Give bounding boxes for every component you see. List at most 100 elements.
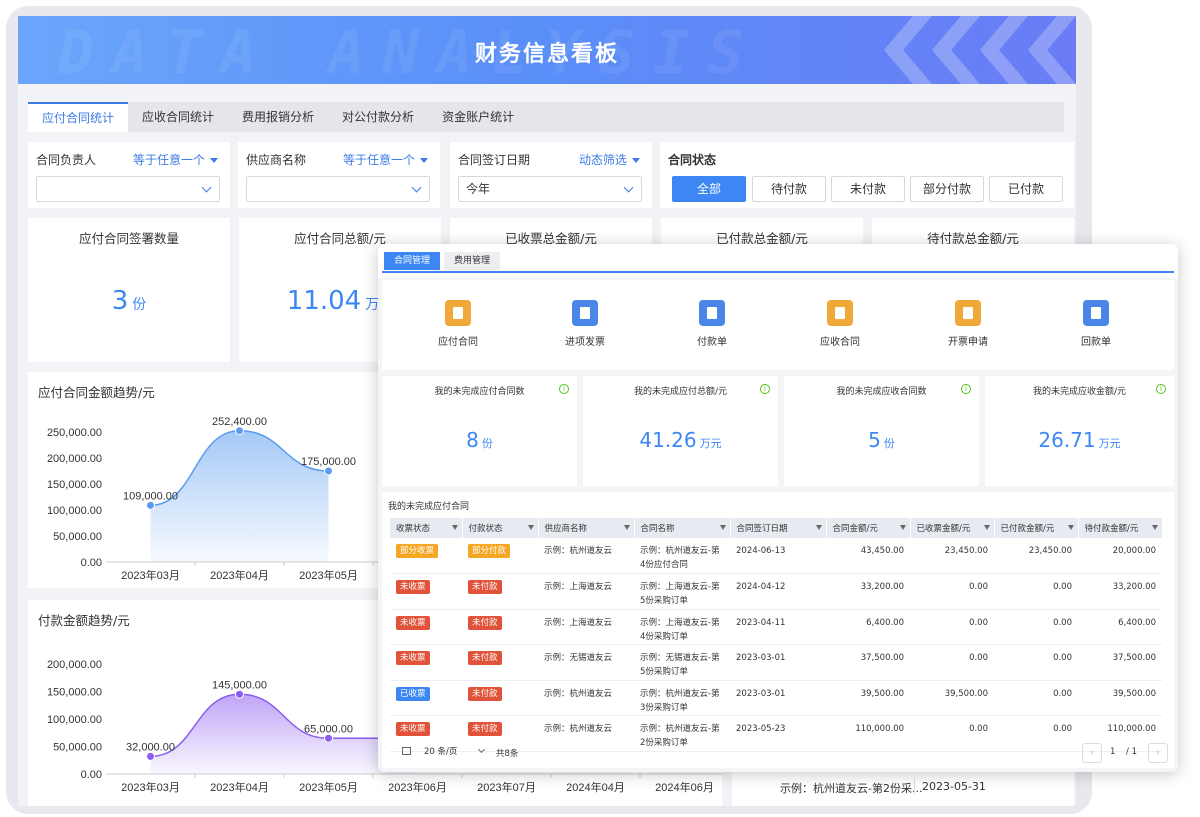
- panel-kpi-label: 我的未完成应收合同数: [836, 387, 927, 397]
- bottom-row-date: 2023-05-31: [922, 780, 986, 793]
- panel-kpi-label: 我的未完成应付总额/元: [633, 387, 728, 397]
- page-title: 财务信息看板: [474, 42, 619, 67]
- chevron-down-icon: [411, 182, 422, 193]
- y-tick-label: 150,000.00: [47, 687, 102, 699]
- prev-page-button[interactable]: ‹: [1082, 743, 1102, 763]
- filter-operator[interactable]: 动态筛选: [579, 151, 640, 168]
- info-icon[interactable]: i: [961, 384, 971, 394]
- col-invoiced[interactable]: 已收票金额/元: [910, 518, 995, 538]
- invoice-status-cell: 部分收票: [390, 538, 462, 574]
- data-point[interactable]: [324, 733, 333, 743]
- col-due[interactable]: 待付款金额/元: [1078, 518, 1163, 538]
- data-label: 145,000.00: [212, 679, 267, 691]
- filter-operator[interactable]: 等于任意一个: [133, 151, 218, 168]
- invoiced-cell: 0.00: [910, 644, 994, 681]
- x-tick-label: 2024年04月: [566, 780, 625, 794]
- invoice-status-cell: 未收票: [390, 644, 462, 681]
- tab-payable[interactable]: 应付合同统计: [28, 102, 129, 132]
- current-page[interactable]: 1: [1110, 747, 1115, 757]
- quick-label: 开票申请: [948, 337, 988, 348]
- data-point[interactable]: [235, 689, 244, 699]
- invoiced-cell: 23,450.00: [910, 538, 994, 574]
- quick-input-invoice[interactable]: 进项发票: [545, 300, 625, 348]
- supplier-cell: 示例：无锡道友云: [538, 644, 634, 681]
- header-banner: DATA ANALYSIS 财务信息看板: [18, 16, 1076, 84]
- col-paid[interactable]: 已付款金额/元: [994, 518, 1079, 538]
- amount-cell: 6,400.00: [826, 609, 910, 645]
- tab-fund-account[interactable]: 资金账户统计: [428, 102, 528, 132]
- tab-receivable[interactable]: 应收合同统计: [128, 102, 228, 132]
- panel-kpi-unit: 份: [481, 437, 493, 450]
- due-cell: 37,500.00: [1078, 644, 1162, 681]
- sign-date-cell: 2023-03-01: [730, 680, 826, 716]
- tab-contract-management[interactable]: 合同管理: [384, 252, 441, 270]
- tab-bar: 应付合同统计 应收合同统计 费用报销分析 对公付款分析 资金账户统计: [28, 102, 1064, 132]
- filter-label: 供应商名称: [246, 153, 307, 167]
- col-amount[interactable]: 合同金额/元: [826, 518, 911, 538]
- tab-public-payment[interactable]: 对公付款分析: [328, 102, 428, 132]
- status-paid-button[interactable]: 已付款: [989, 176, 1063, 202]
- table-row[interactable]: 未收票 未付款 示例：上海道友云 示例：上海道友云-第4份采购订单 2023-04-11…: [390, 609, 1162, 645]
- status-unpaid-button[interactable]: 未付款: [831, 176, 905, 202]
- status-pending-button[interactable]: 待付款: [752, 176, 826, 202]
- filter-operator[interactable]: 等于任意一个: [343, 151, 428, 168]
- data-point[interactable]: [324, 466, 333, 476]
- contract-name-cell: 示例：无锡道友云-第5份采购订单: [634, 644, 730, 681]
- status-all-button[interactable]: 全部: [672, 176, 746, 202]
- status-badge: 未收票: [396, 722, 430, 736]
- supplier-cell: 示例：杭州道友云: [538, 538, 634, 574]
- col-supplier[interactable]: 供应商名称: [538, 518, 635, 538]
- filter-supplier: 供应商名称 等于任意一个: [238, 142, 440, 208]
- info-icon[interactable]: i: [1156, 384, 1166, 394]
- kpi-label: 应付合同签署数量: [78, 231, 179, 246]
- panel-kpi-unit: 万元: [1098, 437, 1121, 450]
- sign-date-select[interactable]: 今年: [458, 176, 642, 202]
- filter-label: 合同状态: [668, 153, 717, 167]
- due-cell: 6,400.00: [1078, 609, 1162, 645]
- table-row[interactable]: 已收票 未付款 示例：杭州道友云 示例：杭州道友云-第3份采购订单 2023-03-01…: [390, 680, 1162, 716]
- panel-kpi-unit: 万元: [699, 437, 722, 450]
- panel-kpi-card: 我的未完成应付总额/元 i 41.26 万元: [583, 376, 778, 486]
- quick-receipt-order[interactable]: 回款单: [1056, 300, 1136, 348]
- y-tick-label: 100,000.00: [47, 505, 102, 517]
- invoice-status-cell: 未收票: [390, 609, 462, 645]
- page-size-select[interactable]: 20 条/页: [422, 743, 488, 761]
- due-cell: 20,000.00: [1078, 538, 1162, 574]
- tab-underline: [382, 271, 1174, 273]
- tab-expense[interactable]: 费用报销分析: [228, 102, 328, 132]
- invoice-status-cell: 未收票: [390, 573, 462, 610]
- panel-kpi-label: 我的未完成应收金额/元: [1032, 387, 1127, 397]
- table-row[interactable]: 未收票 未付款 示例：无锡道友云 示例：无锡道友云-第5份采购订单 2023-03-01…: [390, 644, 1162, 681]
- quick-receivable-contract[interactable]: 应收合同: [800, 300, 880, 348]
- col-pay-status[interactable]: 付款状态: [462, 518, 539, 538]
- tab-expense-management[interactable]: 费用管理: [444, 252, 501, 270]
- column-settings-icon[interactable]: [402, 747, 411, 755]
- data-point[interactable]: [235, 426, 244, 436]
- col-invoice-status[interactable]: 收票状态: [390, 518, 463, 538]
- status-partial-button[interactable]: 部分付款: [910, 176, 984, 202]
- table-row[interactable]: 部分收票 部分付款 示例：杭州道友云 示例：杭州道友云-第4份应付合同 2024-06-…: [390, 538, 1162, 574]
- filter-sign-date: 合同签订日期 动态筛选 今年: [450, 142, 652, 208]
- amount-cell: 39,500.00: [826, 680, 910, 716]
- info-icon[interactable]: i: [760, 384, 770, 394]
- next-page-button[interactable]: ›: [1148, 743, 1168, 763]
- col-sign-date[interactable]: 合同签订日期: [730, 518, 827, 538]
- quick-invoice-request[interactable]: 开票申请: [928, 300, 1008, 348]
- quick-payment-order[interactable]: 付款单: [672, 300, 752, 348]
- status-badge: 部分收票: [396, 544, 439, 558]
- table-row[interactable]: 未收票 未付款 示例：上海道友云 示例：上海道友云-第5份采购订单 2024-04-12…: [390, 573, 1162, 610]
- x-tick-label: 2023年05月: [299, 780, 358, 794]
- x-tick-label: 2023年07月: [477, 780, 536, 794]
- filter-status: 合同状态 全部 待付款 未付款 部分付款 已付款: [660, 142, 1074, 208]
- kpi-value: 3份: [28, 286, 230, 316]
- status-badge: 未收票: [396, 615, 430, 630]
- col-contract-name[interactable]: 合同名称: [634, 518, 731, 538]
- quick-payable-contract[interactable]: 应付合同: [418, 300, 498, 348]
- supplier-select[interactable]: [246, 176, 430, 202]
- data-point[interactable]: [146, 500, 155, 510]
- info-icon[interactable]: i: [559, 384, 569, 394]
- owner-select[interactable]: [36, 176, 220, 202]
- data-point[interactable]: [146, 751, 155, 761]
- panel-kpi-number: 26.71: [1038, 428, 1096, 452]
- data-label: 175,000.00: [301, 456, 356, 468]
